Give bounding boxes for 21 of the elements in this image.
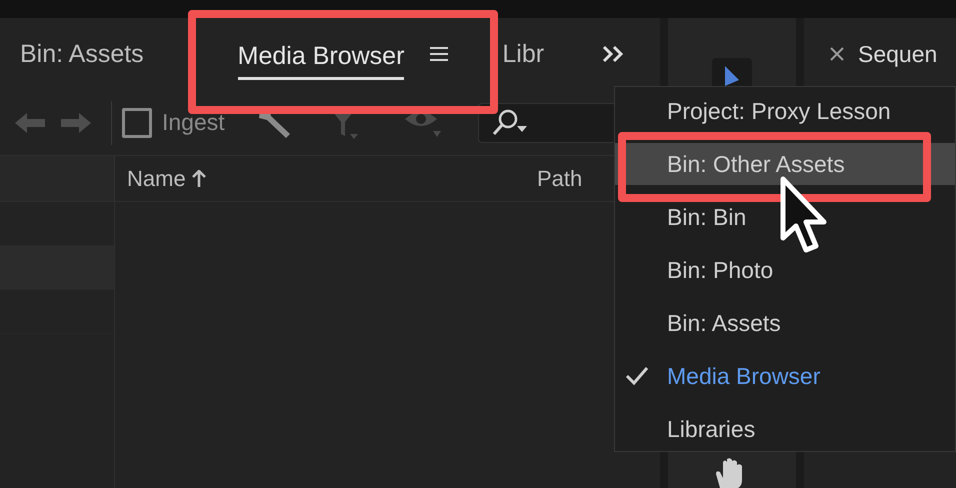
selection-tool-icon[interactable] <box>723 66 741 86</box>
menu-item[interactable]: Project: Proxy Lesson <box>615 90 955 132</box>
menu-item[interactable]: Libraries <box>615 408 955 450</box>
menu-item[interactable]: Media Browser <box>615 355 955 397</box>
checkmark-icon <box>625 366 649 386</box>
sort-arrow-icon[interactable] <box>192 170 206 188</box>
search-icon <box>490 108 529 138</box>
ingest-label: Ingest <box>162 108 225 138</box>
overflow-chevron-icon[interactable] <box>602 45 624 63</box>
ingest-checkbox[interactable] <box>122 108 152 138</box>
close-icon[interactable] <box>830 47 844 61</box>
sequence-tab[interactable]: Sequen <box>858 36 938 72</box>
column-header[interactable]: Name <box>127 162 186 195</box>
panel-tab[interactable]: Bin: Assets <box>20 39 144 69</box>
menu-item[interactable]: Bin: Assets <box>615 302 955 344</box>
menu-icon[interactable] <box>430 46 448 62</box>
menu-item[interactable]: Bin: Photo <box>615 249 955 291</box>
panel-tab[interactable]: Libr <box>502 39 544 69</box>
menu-item[interactable]: Bin: Other Assets <box>615 143 955 185</box>
panel-tab[interactable]: Media Browser <box>238 40 404 80</box>
column-header[interactable]: Path <box>537 162 582 195</box>
